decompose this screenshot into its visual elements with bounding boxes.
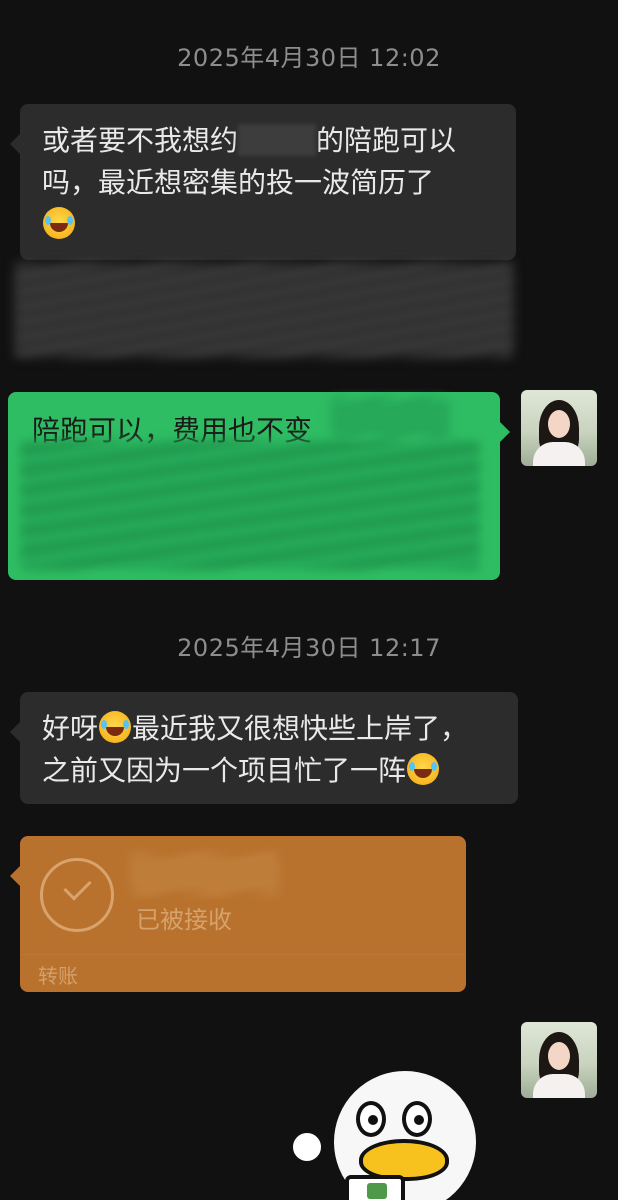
redacted-amount <box>130 854 280 894</box>
message-text: 吗，最近想密集的投一波简历了 <box>42 166 435 199</box>
cup-icon <box>345 1175 405 1200</box>
transfer-label: 转账 <box>38 964 78 988</box>
sticker-text: 嗯嗯 <box>257 1033 335 1076</box>
redacted-scribble <box>14 262 514 358</box>
duck-sticker[interactable]: 嗯嗯 <box>250 1025 510 1200</box>
puff-icon <box>290 1130 324 1164</box>
user-avatar[interactable] <box>521 390 597 466</box>
message-text: 之前又因为一个项目忙了一阵 <box>42 750 496 792</box>
laughing-emoji-icon <box>43 207 75 239</box>
transfer-card[interactable]: 已被接收 转账 <box>10 836 466 992</box>
timestamp: 2025年4月30日 12:17 <box>177 634 441 662</box>
message-text: 好呀 最近我又很想快些上岸了， <box>42 711 469 745</box>
timestamp: 2025年4月30日 12:02 <box>177 44 441 72</box>
laughing-emoji-icon <box>99 711 132 743</box>
eye-icon <box>356 1101 386 1137</box>
rolling-laugh-emoji-icon <box>407 753 440 785</box>
user-avatar[interactable] <box>521 1022 597 1098</box>
redacted-name <box>238 124 317 156</box>
incoming-message[interactable]: 或者要不我想约 的陪跑可以 吗，最近想密集的投一波简历了 <box>10 104 516 260</box>
transfer-status: 已被接收 <box>136 906 232 934</box>
message-text: 或者要不我想约 的陪跑可以 <box>42 124 457 157</box>
eye-icon <box>402 1101 432 1137</box>
redacted-scribble <box>330 398 450 438</box>
divider <box>20 954 466 955</box>
redacted-scribble <box>20 440 480 570</box>
check-circle-icon <box>40 858 114 932</box>
incoming-message[interactable]: 好呀 最近我又很想快些上岸了， 之前又因为一个项目忙了一阵 <box>10 692 518 804</box>
